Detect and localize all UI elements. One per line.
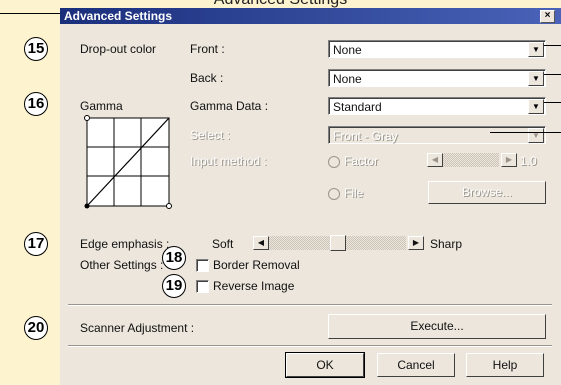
sharp-label: Sharp	[430, 237, 463, 251]
callout-line	[544, 74, 561, 75]
scanner-adjustment-label: Scanner Adjustment :	[80, 321, 195, 335]
gamma-data-dropdown[interactable]: Standard ▼	[328, 97, 546, 115]
callout-15: 15	[24, 37, 48, 61]
file-radio[interactable]	[328, 188, 340, 200]
border-removal-label: Border Removal	[213, 258, 300, 272]
factor-label: Factor	[344, 154, 379, 168]
advanced-settings-dialog: Advanced Settings × Drop-out color Front…	[60, 8, 561, 385]
front-dropdown[interactable]: None ▼	[328, 40, 546, 58]
border-removal-checkbox[interactable]	[196, 259, 209, 272]
ok-button[interactable]: OK	[285, 352, 365, 378]
execute-button[interactable]: Execute...	[328, 314, 546, 339]
curve-start-point	[84, 203, 90, 209]
chevron-down-icon[interactable]: ▼	[528, 42, 544, 57]
heading-strip: Advanced Settings	[0, 0, 561, 8]
reverse-image-label: Reverse Image	[213, 279, 295, 293]
callout-16: 16	[24, 92, 48, 116]
dropout-color-label: Drop-out color	[80, 42, 157, 56]
browse-button[interactable]: Browse...	[428, 181, 546, 204]
back-value: None	[333, 72, 362, 86]
edge-emphasis-label: Edge emphasis :	[80, 237, 170, 251]
front-value: None	[333, 43, 362, 57]
page-heading: Advanced Settings	[0, 0, 561, 8]
select-label: Select :	[190, 128, 231, 142]
callout-line	[544, 45, 561, 46]
callout-line	[544, 102, 561, 103]
select-value: Front - Gray	[333, 129, 398, 143]
factor-value: 1.0	[520, 154, 537, 168]
factor-right-arrow-icon[interactable]: ▶	[501, 153, 517, 167]
gamma-label: Gamma	[80, 99, 123, 113]
callout-line	[490, 132, 561, 133]
front-label: Front :	[190, 42, 225, 56]
factor-left-arrow-icon[interactable]: ◀	[427, 153, 443, 167]
chevron-down-icon[interactable]: ▼	[528, 99, 544, 114]
reverse-image-checkbox[interactable]	[196, 280, 209, 293]
callout-18: 18	[162, 246, 186, 270]
callout-20: 20	[24, 316, 48, 340]
dialog-title: Advanced Settings	[64, 9, 173, 23]
select-dropdown[interactable]: Front - Gray ▼	[328, 126, 546, 144]
back-label: Back :	[190, 71, 224, 85]
separator	[68, 304, 552, 306]
callout-19: 19	[162, 274, 186, 298]
file-label: File	[344, 186, 364, 200]
chevron-down-icon[interactable]: ▼	[528, 71, 544, 86]
callout-17: 17	[24, 232, 48, 256]
help-button[interactable]: Help	[466, 353, 544, 377]
factor-radio[interactable]	[328, 156, 340, 168]
factor-slider-track[interactable]	[443, 153, 499, 167]
soft-label: Soft	[212, 237, 234, 251]
input-method-label: Input method :	[190, 154, 267, 168]
other-settings-label: Other Settings :	[80, 258, 164, 272]
title-bar: Advanced Settings ×	[60, 8, 561, 24]
edge-slider-thumb[interactable]	[329, 235, 346, 251]
edge-right-arrow-icon[interactable]: ▶	[408, 236, 424, 250]
cancel-button[interactable]: Cancel	[377, 353, 455, 377]
back-dropdown[interactable]: None ▼	[328, 69, 546, 87]
gamma-curve-graph	[84, 115, 172, 209]
separator	[68, 345, 552, 347]
close-icon: ×	[544, 10, 551, 21]
gamma-data-label: Gamma Data :	[190, 99, 269, 113]
chevron-down-icon[interactable]: ▼	[528, 128, 544, 143]
gamma-data-value: Standard	[333, 100, 382, 114]
callout-line	[0, 13, 60, 14]
close-button[interactable]: ×	[540, 10, 555, 23]
edge-left-arrow-icon[interactable]: ◀	[253, 236, 269, 250]
